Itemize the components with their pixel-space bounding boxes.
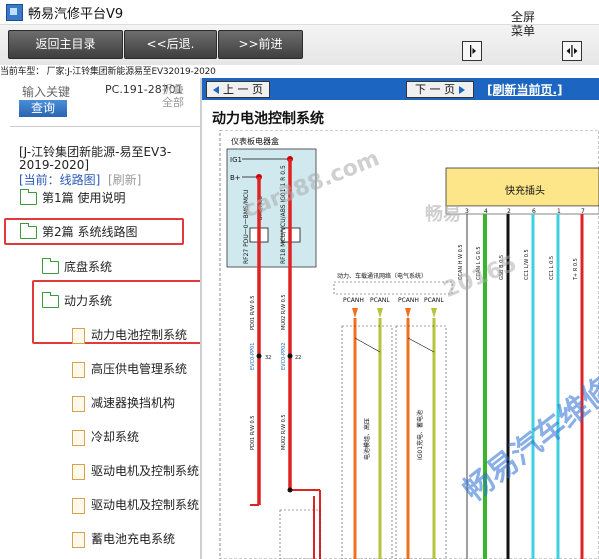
- connector-pin: 6: [532, 208, 536, 215]
- tree-item-label: 动力电池控制系统: [91, 328, 188, 342]
- document-icon: [72, 531, 85, 548]
- expand-icon[interactable]: [562, 41, 582, 61]
- can-label: PCANH: [343, 297, 364, 304]
- tree-item-label: 冷却系统: [91, 430, 140, 444]
- folder-icon: [42, 258, 59, 274]
- tree-item-motor-control[interactable]: 驱动电机及控制系统: [72, 461, 200, 481]
- wire-label: PD01 R/W 0.5: [250, 296, 256, 330]
- collapse-all-link[interactable]: 折叠全部: [162, 83, 190, 109]
- tree-item-usage[interactable]: 第1篇 使用说明: [20, 188, 125, 208]
- part-code: PC.191-28701: [105, 83, 183, 96]
- connector-pin: 1: [557, 208, 561, 215]
- forward-button[interactable]: >>前进: [218, 30, 303, 59]
- tree-item-label: 第2篇 系统线路图: [42, 225, 138, 239]
- tree-item-chassis[interactable]: 底盘系统: [42, 257, 112, 277]
- can-label: PCANL: [370, 297, 390, 304]
- wire-label: MU02 R/W 0.5: [281, 414, 287, 450]
- folder-icon: [20, 189, 37, 205]
- document-icon: [72, 327, 85, 344]
- connector-pin: 3: [465, 208, 469, 215]
- tree-refresh-link[interactable]: [刷新]: [108, 171, 141, 188]
- app-icon: [6, 4, 23, 21]
- tree-item-label: 驱动电机及控制系统: [91, 464, 200, 478]
- tree-item-reducer-shift[interactable]: 减速器换挡机构: [72, 393, 175, 413]
- tree-item-label: 底盘系统: [64, 260, 113, 274]
- wire-label: PD01 R/W 0.5: [250, 416, 256, 450]
- can-side-label: IG01充电、蓄电池: [416, 410, 424, 460]
- keyword-input[interactable]: 输入关键: [22, 83, 70, 100]
- tree-item-hv-supply[interactable]: 高压供电管理系统: [72, 359, 187, 379]
- tree-item-label: 减速器换挡机构: [91, 396, 176, 410]
- tree-item-motor-control-2[interactable]: 驱动电机及控制系统: [72, 495, 200, 515]
- tree-item-powertrain[interactable]: 动力系统: [42, 291, 112, 311]
- fuse-box-label: 仪表板电器盒: [231, 136, 279, 146]
- next-page-button[interactable]: 下 一 页: [406, 81, 474, 98]
- pin-number: 22: [295, 355, 301, 361]
- connector-pin: 2: [507, 208, 511, 215]
- pin-label: RF18 MCU/VCU/ABS IG01 1 R 0.5: [280, 165, 287, 264]
- divider: [10, 126, 200, 127]
- connector-ref: EVC0-PP02: [281, 343, 287, 370]
- pin-number: 32: [265, 355, 271, 361]
- connector-pin: 7: [581, 208, 585, 215]
- tree-item-battery-charging[interactable]: 蓄电池充电系统: [72, 529, 175, 549]
- connector-title: 快充插头: [505, 184, 545, 197]
- search-button[interactable]: 查询: [19, 100, 67, 117]
- tree-item-label: 蓄电池充电系统: [91, 532, 176, 546]
- watermark-text: 畅易: [425, 204, 461, 225]
- connector-wire-label: T+ R 0.5: [573, 258, 579, 281]
- connector-wire-label: CC1 L/W 0.5: [524, 249, 530, 280]
- connector-ref: EVC0-PP01: [250, 343, 256, 370]
- fullscreen-menu-label[interactable]: 全屏 菜单: [503, 10, 543, 38]
- connector-wire-label: CC1 L 0.5: [549, 256, 555, 280]
- next-arrow-icon: [459, 86, 465, 94]
- document-icon: [72, 429, 85, 446]
- tree-item-system-wiring[interactable]: 第2篇 系统线路图: [20, 222, 137, 242]
- prev-arrow-icon: [213, 86, 219, 94]
- home-button[interactable]: 返回主目录: [8, 30, 123, 59]
- document-icon: [72, 361, 85, 378]
- current-vehicle: 当前车型： 厂家:J-江铃集团新能源易至EV32019-2020: [0, 67, 216, 77]
- can-label: PCANL: [424, 297, 444, 304]
- folder-icon: [20, 223, 37, 239]
- back-button[interactable]: <<后退.: [124, 30, 217, 59]
- folder-icon: [42, 292, 59, 308]
- tree-item-cooling[interactable]: 冷却系统: [72, 427, 139, 447]
- page-title: 动力电池控制系统: [212, 111, 324, 127]
- vehicle-brand: [J-江铃集团新能源-易至EV3-2019-2020]: [19, 145, 172, 172]
- wire-label: MU02 R/W 0.5: [281, 294, 287, 330]
- document-icon: [72, 395, 85, 412]
- document-icon: [72, 497, 85, 514]
- menu-label: 菜单: [510, 24, 535, 38]
- next-page-label: 下 一 页: [415, 83, 455, 96]
- can-label: PCANH: [398, 297, 419, 304]
- fullscreen-label: 全屏: [510, 10, 535, 24]
- prev-page-button[interactable]: 上 一 页: [206, 81, 270, 98]
- tree-item-label: 驱动电机及控制系统: [91, 498, 200, 512]
- prev-page-label: 上 一 页: [223, 83, 263, 96]
- tree-item-label: 第1篇 使用说明: [42, 191, 126, 205]
- tree-item-label: 高压供电管理系统: [91, 362, 188, 376]
- tree-item-battery-control[interactable]: 动力电池控制系统: [72, 325, 187, 345]
- can-side-label: 电池模组、高压: [363, 418, 371, 460]
- bplus-label: B+: [230, 174, 241, 182]
- window-title: 畅易汽修平台V9: [28, 7, 124, 22]
- collapse-icon[interactable]: [462, 41, 482, 61]
- can-network-title: 动力、车载通讯网络（电气系统）: [337, 272, 427, 280]
- current-category-link[interactable]: [当前：线路图]: [19, 171, 100, 188]
- document-icon: [72, 463, 85, 480]
- tree-item-label: 动力系统: [64, 294, 113, 308]
- ig1-label: IG1: [230, 156, 242, 164]
- connector-pin: 4: [484, 208, 488, 215]
- refresh-page-link[interactable]: [刷新当前页.]: [487, 81, 563, 98]
